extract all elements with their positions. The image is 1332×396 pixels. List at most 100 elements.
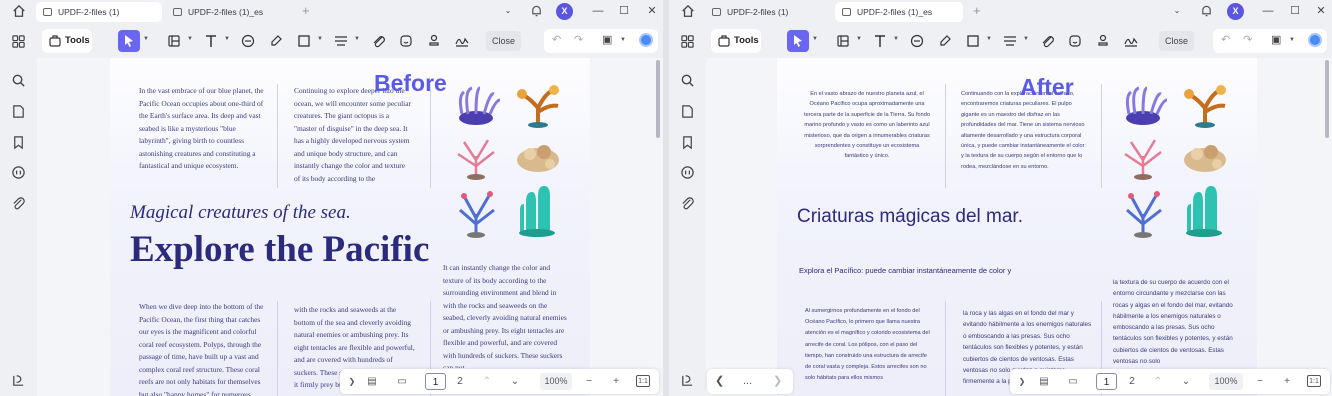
home-icon[interactable] xyxy=(681,4,695,18)
chevron-right-icon[interactable]: ❯ xyxy=(773,373,782,390)
vertical-scrollbar[interactable] xyxy=(1325,60,1329,138)
chevron-down-icon[interactable]: ▼ xyxy=(317,36,323,42)
chevron-down-icon[interactable]: ▼ xyxy=(1289,37,1295,43)
new-tab-button[interactable]: + xyxy=(302,3,310,19)
sticker-tool-button[interactable] xyxy=(395,30,417,52)
actual-size-button[interactable]: 1:1 xyxy=(1307,375,1321,387)
chevron-down-icon[interactable]: ▼ xyxy=(224,36,230,42)
maximize-button[interactable]: ☐ xyxy=(1286,2,1304,20)
chevron-down-icon[interactable]: ▼ xyxy=(187,36,193,42)
close-window-button[interactable]: ✕ xyxy=(1312,2,1330,20)
tab-list-chevron-icon[interactable]: ⌄ xyxy=(499,2,517,20)
close-tools-button[interactable]: Close xyxy=(1159,31,1195,51)
highlight-tool-button[interactable] xyxy=(934,30,956,52)
tools-button[interactable]: Tools xyxy=(711,29,761,53)
present-icon[interactable]: ▭ xyxy=(1065,373,1081,390)
minimize-button[interactable]: — xyxy=(1259,2,1277,20)
comments-icon[interactable] xyxy=(11,165,26,180)
page-icon[interactable] xyxy=(11,104,26,119)
new-tab-button[interactable]: + xyxy=(973,3,981,19)
search-icon[interactable] xyxy=(680,73,695,88)
chevron-down-icon[interactable]: ▼ xyxy=(893,36,899,42)
page-1-button[interactable]: 1 xyxy=(1096,373,1117,390)
chevron-left-icon[interactable]: ❮ xyxy=(715,373,724,390)
reading-mode-icon[interactable]: ▤ xyxy=(1036,373,1052,390)
page-2-button[interactable]: 2 xyxy=(1123,373,1141,390)
bookmark-icon[interactable] xyxy=(680,135,695,150)
save-icon[interactable]: ▣ xyxy=(1271,33,1281,46)
thumbnails-icon[interactable] xyxy=(11,34,26,49)
chevron-down-icon[interactable]: ▼ xyxy=(856,36,862,42)
tab-file-es[interactable]: UPDF-2-files (1)_es xyxy=(835,2,963,22)
bookmark-icon[interactable] xyxy=(11,135,26,150)
comment-tool-button[interactable] xyxy=(237,30,259,52)
text-tool-button[interactable] xyxy=(869,30,891,52)
updf-logo-icon[interactable] xyxy=(11,373,26,388)
attach-tool-button[interactable] xyxy=(368,30,390,52)
redo-icon[interactable]: ↷ xyxy=(1243,33,1252,46)
close-window-button[interactable]: ✕ xyxy=(643,2,661,20)
chevron-down-icon[interactable]: ⌄ xyxy=(508,373,522,390)
more-pages-button[interactable]: ... xyxy=(743,373,752,390)
actual-size-button[interactable]: 1:1 xyxy=(636,375,650,387)
bell-icon[interactable] xyxy=(530,4,543,18)
minimize-button[interactable]: — xyxy=(589,2,607,20)
avatar[interactable]: X xyxy=(556,3,573,20)
signature-tool-button[interactable] xyxy=(451,30,473,52)
attachment-icon[interactable] xyxy=(11,196,26,211)
attach-tool-button[interactable] xyxy=(1037,30,1059,52)
chevron-right-icon[interactable]: ❯ xyxy=(1016,373,1028,390)
tab-file-es[interactable]: UPDF-2-files (1)_es xyxy=(166,2,292,22)
comment-tool-button[interactable] xyxy=(906,30,928,52)
tab-list-chevron-icon[interactable]: ⌄ xyxy=(1168,2,1186,20)
edit-text-tool-button[interactable] xyxy=(832,30,854,52)
tools-button[interactable]: Tools xyxy=(42,29,92,53)
undo-icon[interactable]: ↶ xyxy=(552,33,561,46)
redo-icon[interactable]: ↷ xyxy=(574,33,583,46)
chevron-up-icon[interactable]: ⌃ xyxy=(480,373,494,390)
highlight-tool-button[interactable] xyxy=(265,30,287,52)
present-icon[interactable]: ▭ xyxy=(394,373,410,390)
save-icon[interactable]: ▣ xyxy=(602,33,612,46)
vertical-scrollbar[interactable] xyxy=(656,60,660,138)
zoom-out-icon[interactable]: − xyxy=(582,373,596,390)
chevron-down-icon[interactable]: ▼ xyxy=(354,36,360,42)
stamp-tool-button[interactable] xyxy=(1092,30,1114,52)
chevron-down-icon[interactable]: ▼ xyxy=(1023,36,1029,42)
comments-icon[interactable] xyxy=(680,165,695,180)
select-tool-button[interactable] xyxy=(118,30,140,52)
bell-icon[interactable] xyxy=(1200,4,1213,18)
undo-icon[interactable]: ↶ xyxy=(1221,33,1230,46)
form-tool-button[interactable] xyxy=(330,30,352,52)
text-tool-button[interactable] xyxy=(200,30,222,52)
zoom-level[interactable]: 100% xyxy=(540,373,572,390)
zoom-in-icon[interactable]: + xyxy=(1280,373,1294,390)
page-icon[interactable] xyxy=(680,104,695,119)
chevron-right-icon[interactable]: ❯ xyxy=(346,373,358,390)
chevron-down-icon[interactable]: ▼ xyxy=(620,37,626,43)
select-tool-button[interactable] xyxy=(787,30,809,52)
search-icon[interactable] xyxy=(11,73,26,88)
page-1-button[interactable]: 1 xyxy=(425,373,446,390)
shape-tool-button[interactable] xyxy=(962,30,984,52)
updf-logo-icon[interactable] xyxy=(680,373,695,388)
zoom-out-icon[interactable]: − xyxy=(1253,373,1267,390)
tab-file-1[interactable]: UPDF-2-files (1) xyxy=(36,2,162,22)
close-tools-button[interactable]: Close xyxy=(486,31,522,51)
shape-tool-button[interactable] xyxy=(293,30,315,52)
attachment-icon[interactable] xyxy=(680,196,695,211)
stamp-tool-button[interactable] xyxy=(423,30,445,52)
chevron-down-icon[interactable]: ▼ xyxy=(986,36,992,42)
signature-tool-button[interactable] xyxy=(1120,30,1142,52)
tab-file-1[interactable]: UPDF-2-files (1) xyxy=(705,2,831,22)
chevron-up-icon[interactable]: ⌃ xyxy=(1151,373,1165,390)
zoom-level[interactable]: 100% xyxy=(1209,373,1243,390)
form-tool-button[interactable] xyxy=(999,30,1021,52)
edit-text-tool-button[interactable] xyxy=(163,30,185,52)
chevron-down-icon[interactable]: ⌄ xyxy=(1179,373,1193,390)
ai-assistant-icon[interactable] xyxy=(1308,33,1322,47)
sticker-tool-button[interactable] xyxy=(1064,30,1086,52)
avatar[interactable]: X xyxy=(1227,3,1244,20)
zoom-in-icon[interactable]: + xyxy=(609,373,623,390)
home-icon[interactable] xyxy=(12,4,26,18)
